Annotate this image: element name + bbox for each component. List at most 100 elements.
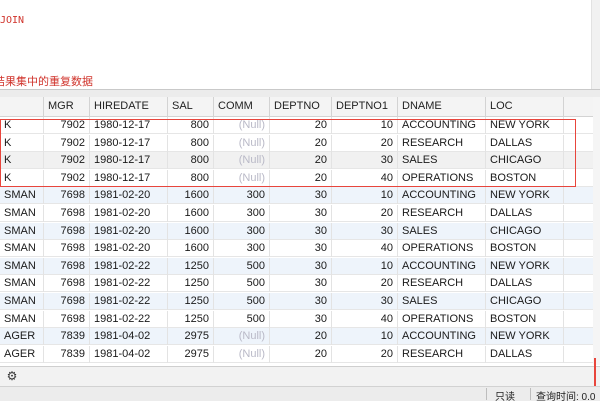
- cell-deptno1[interactable]: 20: [332, 205, 398, 222]
- cell-comm[interactable]: 300: [214, 187, 270, 205]
- cell-deptno[interactable]: 30: [270, 257, 332, 275]
- cell-job[interactable]: SMAN: [0, 205, 44, 222]
- cell-hiredate[interactable]: 1981-02-20: [90, 205, 168, 222]
- cell-deptno[interactable]: 30: [270, 275, 332, 293]
- cell-loc[interactable]: BOSTON: [486, 169, 564, 187]
- table-row[interactable]: AGER 7839 1981-04-02 2975 (Null) 20 20 RESEARCH…: [0, 345, 593, 363]
- cell-loc[interactable]: DALLAS: [486, 134, 564, 152]
- cell-deptno[interactable]: 30: [270, 205, 332, 222]
- cell-comm[interactable]: (Null): [214, 117, 270, 134]
- cell-sal[interactable]: 2975: [168, 328, 214, 346]
- cell-dname[interactable]: SALES: [398, 152, 486, 170]
- cell-comm[interactable]: 500: [214, 275, 270, 293]
- cell-sal[interactable]: 1250: [168, 310, 214, 328]
- table-row[interactable]: K 7902 1980-12-17 800 (Null) 20 10 ACCOUNTING NE…: [0, 117, 593, 134]
- cell-deptno1[interactable]: 30: [332, 222, 398, 240]
- cell-job[interactable]: K: [0, 117, 44, 134]
- sql-editor[interactable]: JOIN 结果集中的重复数据: [0, 0, 600, 90]
- cell-comm[interactable]: (Null): [214, 152, 270, 170]
- cell-sal[interactable]: 800: [168, 169, 214, 187]
- cell-job[interactable]: AGER: [0, 345, 44, 363]
- cell-loc[interactable]: DALLAS: [486, 275, 564, 293]
- cell-mgr[interactable]: 7698: [44, 310, 90, 328]
- cell-dname[interactable]: RESEARCH: [398, 134, 486, 152]
- cell-job[interactable]: K: [0, 152, 44, 170]
- cell-dname[interactable]: RESEARCH: [398, 205, 486, 222]
- cell-loc[interactable]: NEW YORK: [486, 328, 564, 346]
- cell-dname[interactable]: SALES: [398, 293, 486, 310]
- cell-comm[interactable]: (Null): [214, 328, 270, 346]
- cell-job[interactable]: SMAN: [0, 222, 44, 240]
- table-row[interactable]: SMAN 7698 1981-02-22 1250 500 30 40 OPERATIONS B…: [0, 310, 593, 328]
- cell-hiredate[interactable]: 1980-12-17: [90, 152, 168, 170]
- cell-hiredate[interactable]: 1981-02-20: [90, 222, 168, 240]
- table-row[interactable]: K 7902 1980-12-17 800 (Null) 20 20 RESEARCH DALL…: [0, 134, 593, 152]
- cell-deptno1[interactable]: 20: [332, 275, 398, 293]
- cell-comm[interactable]: 300: [214, 240, 270, 258]
- grid-scrollbar[interactable]: [593, 97, 600, 365]
- cell-deptno[interactable]: 30: [270, 187, 332, 205]
- cell-hiredate[interactable]: 1980-12-17: [90, 169, 168, 187]
- result-grid[interactable]: MGR HIREDATE SAL COMM DEPTNO DEPTNO1 DNA…: [0, 97, 593, 365]
- cell-loc[interactable]: CHICAGO: [486, 152, 564, 170]
- cell-dname[interactable]: OPERATIONS: [398, 169, 486, 187]
- cell-deptno[interactable]: 30: [270, 310, 332, 328]
- cell-sal[interactable]: 1600: [168, 222, 214, 240]
- sql-comment-line[interactable]: 结果集中的重复数据: [0, 73, 93, 89]
- cell-job[interactable]: AGER: [0, 328, 44, 346]
- cell-loc[interactable]: DALLAS: [486, 345, 564, 363]
- table-row[interactable]: SMAN 7698 1981-02-20 1600 300 30 40 OPERATIONS B…: [0, 240, 593, 258]
- cell-comm[interactable]: 500: [214, 310, 270, 328]
- cell-hiredate[interactable]: 1980-12-17: [90, 117, 168, 134]
- cell-loc[interactable]: NEW YORK: [486, 257, 564, 275]
- cell-deptno[interactable]: 30: [270, 293, 332, 310]
- gear-icon[interactable]: ⚙: [5, 369, 19, 383]
- cell-sal[interactable]: 2975: [168, 345, 214, 363]
- cell-hiredate[interactable]: 1981-04-02: [90, 328, 168, 346]
- cell-hiredate[interactable]: 1980-12-17: [90, 134, 168, 152]
- cell-dname[interactable]: RESEARCH: [398, 345, 486, 363]
- table-row[interactable]: SMAN 7698 1981-02-22 1250 500 30 20 RESEARCH DAL…: [0, 275, 593, 293]
- table-row[interactable]: K 7902 1980-12-17 800 (Null) 20 30 SALES CHICAGO: [0, 152, 593, 170]
- cell-comm[interactable]: (Null): [214, 134, 270, 152]
- table-row[interactable]: SMAN 7698 1981-02-20 1600 300 30 10 ACCOUNTING N…: [0, 187, 593, 205]
- cell-job[interactable]: SMAN: [0, 293, 44, 310]
- cell-deptno1[interactable]: 40: [332, 310, 398, 328]
- cell-loc[interactable]: BOSTON: [486, 240, 564, 258]
- table-row[interactable]: SMAN 7698 1981-02-22 1250 500 30 30 SALES CHICAG…: [0, 293, 593, 310]
- cell-loc[interactable]: DALLAS: [486, 205, 564, 222]
- cell-job[interactable]: SMAN: [0, 310, 44, 328]
- cell-deptno[interactable]: 30: [270, 222, 332, 240]
- cell-deptno1[interactable]: 10: [332, 187, 398, 205]
- cell-loc[interactable]: CHICAGO: [486, 222, 564, 240]
- cell-deptno1[interactable]: 40: [332, 240, 398, 258]
- table-row[interactable]: SMAN 7698 1981-02-20 1600 300 30 30 SALES CHICAG…: [0, 222, 593, 240]
- editor-scrollbar[interactable]: [591, 0, 600, 90]
- column-header-sal[interactable]: SAL: [168, 97, 214, 116]
- cell-deptno[interactable]: 20: [270, 328, 332, 346]
- cell-mgr[interactable]: 7839: [44, 328, 90, 346]
- cell-sal[interactable]: 800: [168, 152, 214, 170]
- table-row[interactable]: SMAN 7698 1981-02-20 1600 300 30 20 RESEARCH DAL…: [0, 205, 593, 222]
- cell-mgr[interactable]: 7902: [44, 117, 90, 134]
- cell-mgr[interactable]: 7698: [44, 293, 90, 310]
- table-row[interactable]: SMAN 7698 1981-02-22 1250 500 30 10 ACCOUNTING N…: [0, 257, 593, 275]
- cell-dname[interactable]: RESEARCH: [398, 275, 486, 293]
- column-header-job[interactable]: [0, 97, 44, 116]
- cell-loc[interactable]: CHICAGO: [486, 293, 564, 310]
- cell-mgr[interactable]: 7698: [44, 275, 90, 293]
- cell-hiredate[interactable]: 1981-02-20: [90, 240, 168, 258]
- cell-dname[interactable]: OPERATIONS: [398, 240, 486, 258]
- cell-deptno[interactable]: 20: [270, 152, 332, 170]
- cell-comm[interactable]: 500: [214, 257, 270, 275]
- cell-loc[interactable]: NEW YORK: [486, 117, 564, 134]
- cell-sal[interactable]: 1600: [168, 205, 214, 222]
- cell-sal[interactable]: 1250: [168, 275, 214, 293]
- cell-comm[interactable]: 500: [214, 293, 270, 310]
- cell-deptno[interactable]: 20: [270, 134, 332, 152]
- cell-hiredate[interactable]: 1981-02-22: [90, 257, 168, 275]
- cell-deptno1[interactable]: 30: [332, 152, 398, 170]
- cell-comm[interactable]: (Null): [214, 169, 270, 187]
- cell-hiredate[interactable]: 1981-04-02: [90, 345, 168, 363]
- cell-dname[interactable]: ACCOUNTING: [398, 187, 486, 205]
